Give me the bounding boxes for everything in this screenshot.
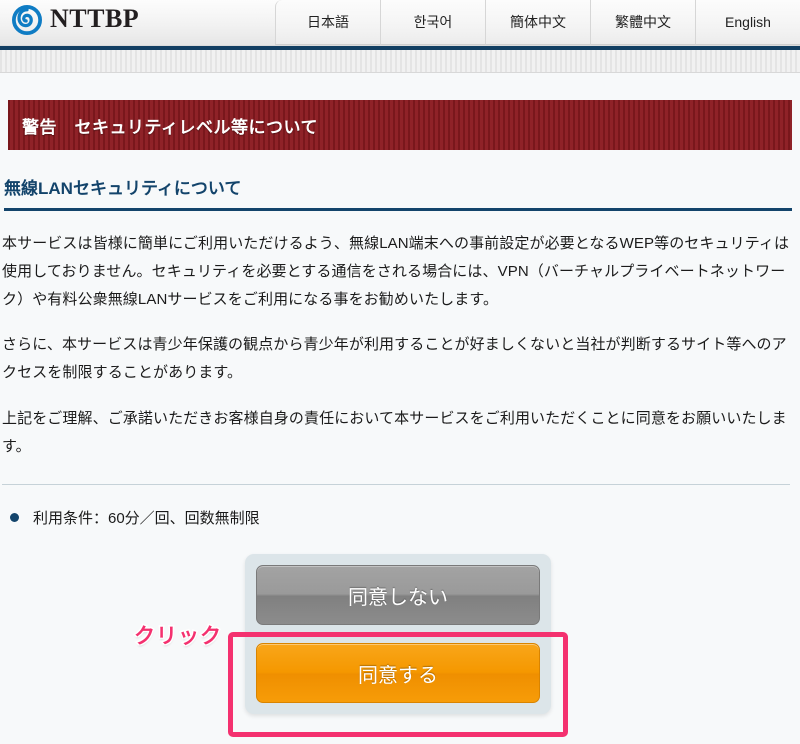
paragraph-youth-protection: さらに、本サービスは青少年保護の観点から青少年が利用することが好ましくないと当社… (2, 336, 787, 381)
paragraph-consent-request: 上記をご理解、ご承諾いただきお客様自身の責任において本サービスをご利用いただくこ… (2, 409, 787, 455)
brand-logo[interactable]: NTTBP (12, 5, 139, 35)
language-tab-english[interactable]: English (695, 0, 800, 45)
paragraph-security-notice: 本サービスは皆様に簡単にご利用いただけるよう、無線LAN端末への事前設定が必要と… (2, 235, 790, 308)
main-content: 警告 セキュリティレベル等について 無線LANセキュリティについて 本サービスは… (0, 100, 800, 744)
section-heading: 無線LANセキュリティについて (4, 179, 242, 198)
site-header: NTTBP 日本語 한국어 簡体中文 繁體中文 English (0, 0, 800, 46)
bullet-dot-icon (10, 513, 19, 523)
language-tab-traditional-chinese[interactable]: 繁體中文 (590, 0, 695, 45)
consent-button-panel: 同意しない 同意する (245, 554, 551, 715)
language-tab-list: 日本語 한국어 簡体中文 繁體中文 English (275, 0, 800, 45)
click-annotation-label: クリック (133, 624, 223, 650)
agree-button[interactable]: 同意する (256, 643, 540, 704)
usage-terms-text: 利用条件：60分／回、回数無制限 (33, 510, 260, 528)
brand-name: NTTBP (50, 4, 140, 33)
usage-terms-item: 利用条件：60分／回、回数無制限 (10, 507, 800, 528)
language-tab-japanese[interactable]: 日本語 (275, 0, 380, 45)
disagree-button[interactable]: 同意しない (256, 565, 540, 626)
nttbp-swirl-logo-icon (12, 5, 42, 35)
striped-decoration-band (0, 50, 800, 73)
content-divider (2, 484, 790, 486)
consent-button-area: 同意しない 同意する (0, 554, 800, 744)
section-heading-rule (4, 208, 792, 211)
warning-banner: 警告 セキュリティレベル等について (8, 100, 792, 150)
language-tab-korean[interactable]: 한국어 (380, 0, 485, 45)
language-tab-simplified-chinese[interactable]: 簡体中文 (485, 0, 590, 45)
